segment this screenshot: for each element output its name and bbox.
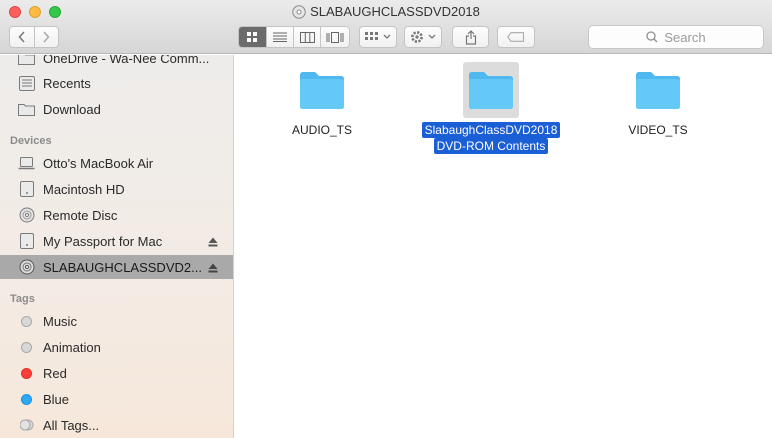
sidebar-item-label: Animation — [43, 339, 101, 355]
list-view-button[interactable] — [267, 27, 294, 47]
sidebar-tag-animation[interactable]: Animation — [0, 335, 233, 359]
sidebar-item-label: All Tags... — [43, 417, 100, 433]
sidebar-item-label: Download — [43, 101, 101, 117]
sidebar-item-download[interactable]: Download — [0, 97, 233, 121]
tag-color-dot-icon — [18, 313, 35, 330]
file-name-selected: SlabaughClassDVD2018 DVD-ROM Contents — [416, 122, 566, 154]
file-item-video-ts[interactable]: VIDEO_TS — [583, 62, 733, 138]
folder-icon — [18, 101, 35, 118]
group-icon — [365, 32, 378, 40]
sidebar-item-label: Recents — [43, 75, 91, 91]
sidebar-tag-red[interactable]: Red — [0, 361, 233, 385]
sidebar-item-label: Red — [43, 365, 67, 381]
disc-icon — [18, 207, 35, 224]
tags-section-header: Tags — [10, 293, 35, 305]
sidebar-item-my-passport[interactable]: My Passport for Mac — [0, 229, 233, 253]
back-button[interactable] — [10, 27, 35, 47]
sidebar-item-label: OneDrive - Wa-Nee Comm... — [43, 55, 210, 66]
window-title-bar: SLABAUGHCLASSDVD2018 — [0, 4, 772, 22]
dvd-icon — [292, 5, 306, 22]
sidebar-item-label: Macintosh HD — [43, 181, 125, 197]
gear-icon — [411, 31, 423, 43]
sidebar-tag-music[interactable]: Music — [0, 309, 233, 333]
file-item-dvd-contents[interactable]: SlabaughClassDVD2018 DVD-ROM Contents — [416, 62, 566, 154]
sidebar-item-recents[interactable]: Recents — [0, 71, 233, 95]
sidebar-item-onedrive[interactable]: OneDrive - Wa-Nee Comm... — [0, 55, 233, 70]
tag-color-dot-icon — [18, 339, 35, 356]
cover-flow-icon — [326, 31, 344, 43]
tag-button[interactable] — [497, 26, 535, 48]
sidebar-item-label: My Passport for Mac — [43, 233, 163, 249]
file-name: AUDIO_TS — [291, 123, 352, 137]
chevron-down-icon — [383, 34, 391, 39]
tag-icon — [507, 32, 525, 42]
disk-icon — [18, 233, 35, 250]
laptop-icon — [18, 155, 35, 172]
icon-view-button[interactable] — [239, 27, 267, 47]
tag-color-dot-icon — [18, 365, 35, 382]
sidebar-item-slabaugh-dvd[interactable]: SLABAUGHCLASSDVD2... — [0, 255, 233, 279]
file-browser-content: AUDIO_TS SlabaughClassDVD2018 DVD-ROM Con… — [235, 55, 772, 438]
sidebar-item-macintosh-hd[interactable]: Macintosh HD — [0, 177, 233, 201]
group-by-button[interactable] — [359, 26, 397, 48]
forward-button[interactable] — [35, 27, 59, 47]
share-button[interactable] — [452, 26, 489, 48]
column-view-button[interactable] — [294, 27, 321, 47]
sidebar-tag-blue[interactable]: Blue — [0, 387, 233, 411]
folder-icon — [18, 55, 35, 67]
cover-flow-view-button[interactable] — [321, 27, 349, 47]
chevron-down-icon — [428, 34, 436, 39]
columns-icon — [299, 31, 315, 43]
share-icon — [465, 29, 476, 45]
grid-icon — [247, 31, 257, 42]
sidebar-item-label: Otto's MacBook Air — [43, 155, 154, 171]
navigation-buttons — [9, 26, 59, 48]
sidebar-item-label: Remote Disc — [43, 207, 118, 223]
folder-icon — [630, 62, 686, 118]
list-icon — [273, 32, 287, 42]
folder-icon — [294, 62, 350, 118]
window-toolbar: SLABAUGHCLASSDVD2018 Search — [0, 0, 772, 54]
recents-icon — [18, 75, 35, 92]
sidebar-item-label: SLABAUGHCLASSDVD2... — [43, 259, 202, 275]
tag-color-dot-icon — [18, 391, 35, 408]
disk-icon — [18, 181, 35, 198]
sidebar: OneDrive - Wa-Nee Comm... Recents Downlo… — [0, 55, 234, 438]
view-mode-control — [238, 26, 350, 48]
devices-section-header: Devices — [10, 135, 52, 147]
all-tags-icon — [18, 417, 35, 434]
search-icon — [646, 31, 658, 43]
forward-arrow-icon — [43, 31, 50, 43]
sidebar-item-label: Blue — [43, 391, 70, 407]
sidebar-item-label: Music — [43, 313, 77, 329]
eject-icon[interactable] — [208, 235, 218, 250]
back-arrow-icon — [18, 31, 25, 43]
eject-icon[interactable] — [208, 261, 218, 276]
file-item-audio-ts[interactable]: AUDIO_TS — [247, 62, 397, 138]
search-field[interactable]: Search — [588, 25, 764, 49]
sidebar-tag-all-tags[interactable]: All Tags... — [0, 413, 233, 437]
disc-icon — [18, 259, 35, 276]
action-menu-button[interactable] — [404, 26, 442, 48]
folder-icon — [463, 62, 519, 118]
file-name: VIDEO_TS — [628, 123, 688, 137]
sidebar-item-macbook-air[interactable]: Otto's MacBook Air — [0, 151, 233, 175]
search-placeholder: Search — [664, 29, 706, 45]
sidebar-item-remote-disc[interactable]: Remote Disc — [0, 203, 233, 227]
window-title: SLABAUGHCLASSDVD2018 — [310, 4, 480, 19]
